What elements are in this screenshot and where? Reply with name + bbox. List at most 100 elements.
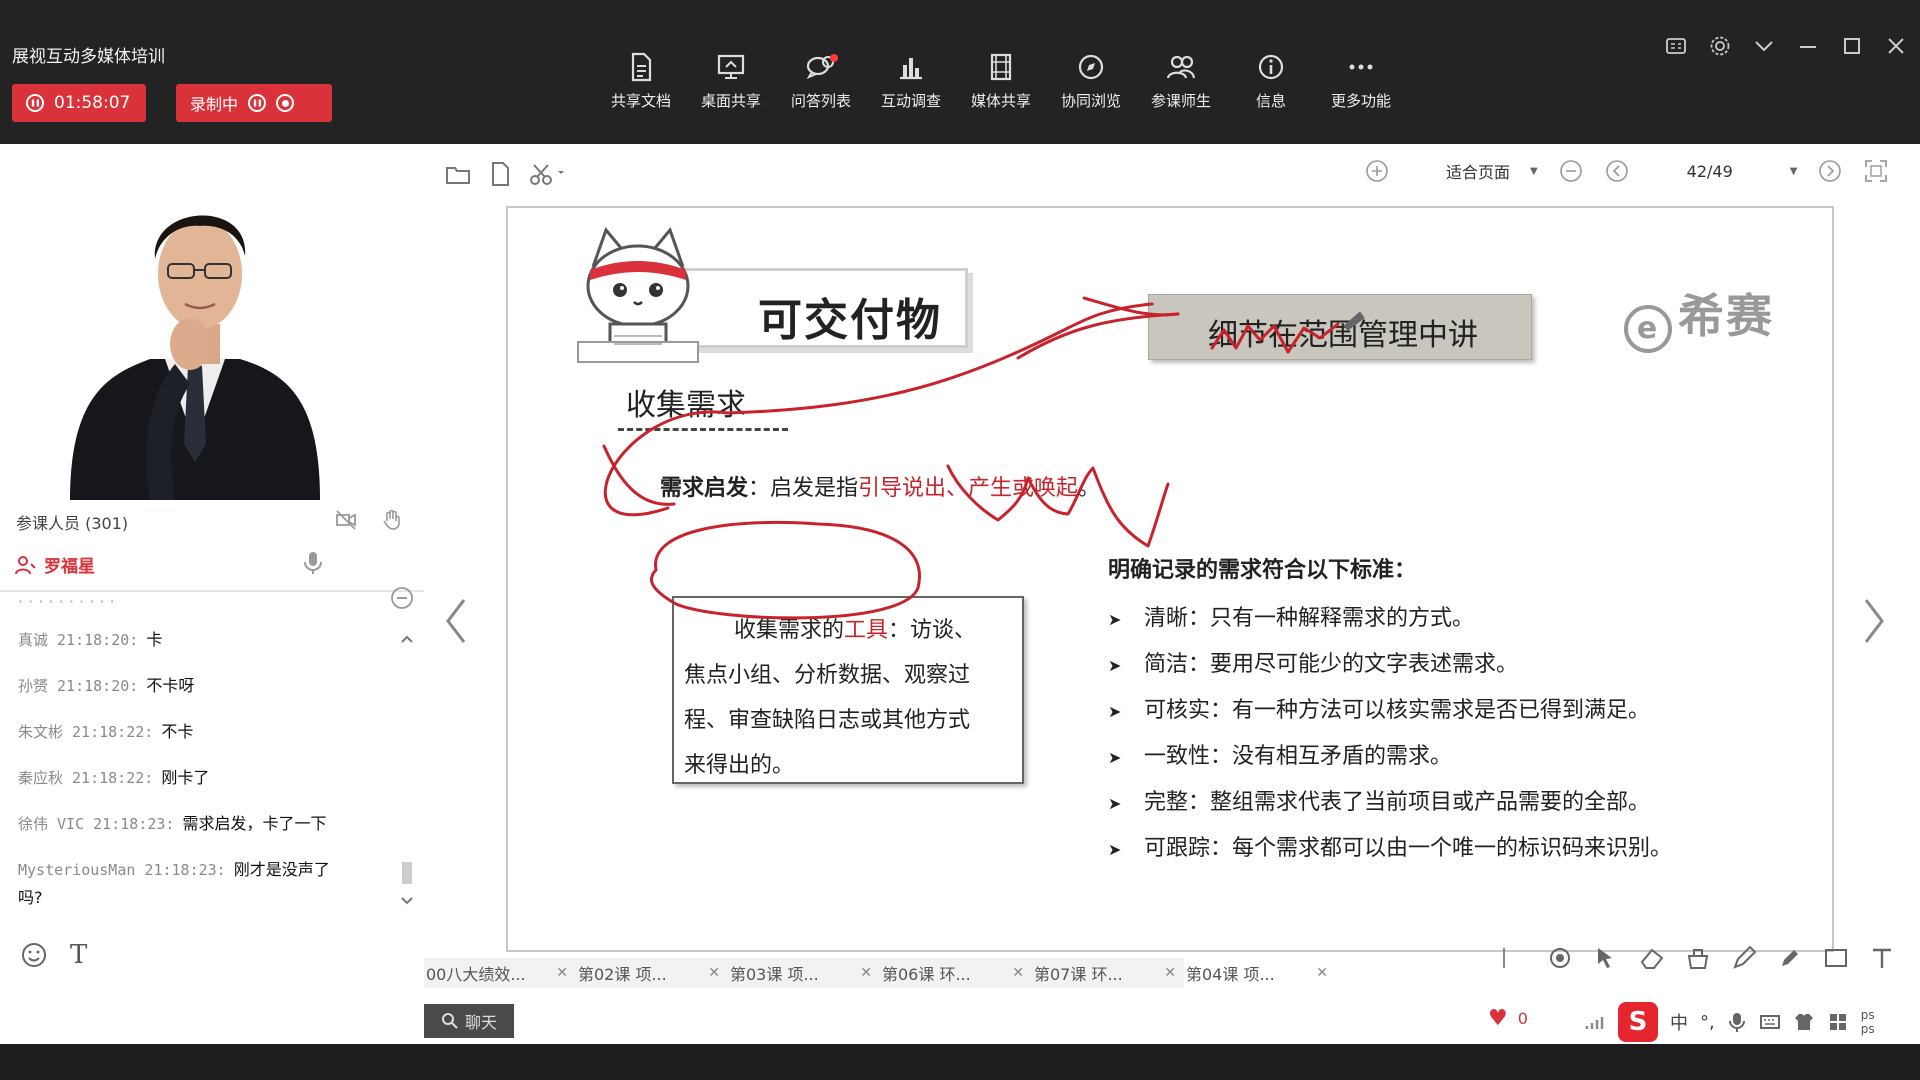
zoom-in-icon[interactable] — [1364, 158, 1390, 184]
toolbar-qa-list[interactable]: 问答列表 — [776, 50, 866, 111]
toolbar-survey[interactable]: 互动调查 — [866, 50, 956, 111]
pen-icon[interactable] — [1730, 944, 1758, 972]
close-tab-icon[interactable]: ✕ — [708, 965, 720, 981]
toolbar-media-share[interactable]: 媒体共享 — [956, 50, 1046, 111]
next-page-icon[interactable] — [1817, 158, 1843, 184]
text-tool-icon[interactable] — [1868, 944, 1896, 972]
toolbar-info[interactable]: 信息 — [1226, 50, 1316, 111]
film-icon — [990, 53, 1012, 81]
recording-button[interactable]: 录制中 — [176, 84, 332, 122]
doc-tab[interactable]: 第06课 环... ✕ — [880, 958, 1032, 988]
compass-icon — [1078, 54, 1104, 80]
close-tab-icon[interactable]: ✕ — [860, 965, 872, 981]
laser-pointer-icon[interactable] — [1546, 944, 1574, 972]
close-tab-icon[interactable]: ✕ — [1164, 965, 1176, 981]
document-toolbar: 适合页面 ▼ 42/49 ▼ — [424, 144, 1920, 204]
minimize-icon[interactable] — [1796, 34, 1820, 58]
text-format-icon[interactable]: T — [70, 940, 87, 970]
toolbar-cobrowse[interactable]: 协同浏览 — [1046, 50, 1136, 111]
select-arrow-icon[interactable] — [1592, 944, 1620, 972]
close-tab-icon[interactable]: ✕ — [1316, 965, 1328, 981]
doc-tab[interactable]: 第07课 环... ✕ — [1032, 958, 1184, 988]
chat-message: 真诚 21:18:20: 卡 — [18, 630, 163, 649]
camera-off-icon[interactable] — [334, 508, 358, 532]
document-area: 适合页面 ▼ 42/49 ▼ 可交付物 e 希赛 细节在范围管理中讲 收集需求 … — [424, 144, 1920, 1044]
chat-panel: · · · · · · · · · · 真诚 21:18:20: 卡 孙赟 21:… — [0, 587, 424, 1044]
fit-page-select[interactable]: 适合页面 — [1410, 159, 1510, 183]
arrow-bullet-icon: ➤ — [1108, 656, 1122, 675]
timer-button[interactable]: 01:58:07 — [12, 84, 146, 122]
network-speed: ps ps — [1860, 1008, 1875, 1036]
doc-tab[interactable]: 00八大绩效... ✕ — [424, 958, 576, 988]
highlighter-icon[interactable] — [1776, 944, 1804, 972]
chat-scrollbar[interactable] — [400, 632, 414, 912]
fit-dropdown-icon[interactable]: ▼ — [1530, 166, 1538, 177]
arrow-bullet-icon: ➤ — [1108, 748, 1122, 767]
punctuation-icon[interactable]: °, — [1700, 1012, 1715, 1033]
participant-actions — [334, 508, 404, 532]
document-view-controls: 适合页面 ▼ 42/49 ▼ — [1364, 158, 1889, 184]
eraser-icon[interactable] — [1638, 944, 1666, 972]
stop-recording-icon[interactable] — [276, 94, 295, 112]
search-icon — [441, 1013, 458, 1029]
previous-slide-icon[interactable] — [442, 596, 472, 646]
maximize-icon[interactable] — [1840, 34, 1864, 58]
toolbar-desktop-share[interactable]: 桌面共享 — [686, 50, 776, 111]
toolbar-more[interactable]: 更多功能 — [1316, 50, 1406, 111]
chat-toggle-button[interactable]: 聊天 — [424, 1004, 514, 1038]
skin-icon[interactable] — [1793, 1011, 1815, 1033]
teacher-video — [0, 144, 424, 500]
collapse-chat-icon[interactable] — [390, 586, 414, 610]
chat-message: 孙赟 21:18:20: 不卡呀 — [18, 676, 195, 695]
desktop-share-icon — [717, 54, 745, 79]
survey-chart-icon — [900, 58, 922, 80]
fullscreen-icon[interactable] — [1863, 158, 1889, 184]
new-file-icon[interactable] — [486, 160, 514, 188]
next-slide-icon[interactable] — [1858, 596, 1888, 646]
close-tab-icon[interactable]: ✕ — [1012, 965, 1024, 981]
subheading-underline — [618, 428, 788, 431]
chevron-down-icon[interactable] — [1752, 34, 1776, 58]
voice-input-icon[interactable] — [1727, 1011, 1747, 1033]
toolbox-icon[interactable] — [1827, 1011, 1849, 1033]
close-icon[interactable] — [1884, 34, 1908, 58]
more-icon — [1349, 64, 1373, 70]
folder-icon[interactable] — [444, 160, 472, 188]
ime-language[interactable]: 中 — [1670, 1009, 1688, 1035]
top-bar: 展视互动多媒体培训 01:58:07 录制中 共享文档 桌面共享 问答列表 互动… — [0, 0, 1920, 144]
brand-logo: e 希赛 — [1624, 280, 1774, 353]
page-dropdown-icon[interactable]: ▼ — [1790, 166, 1798, 177]
microphone-icon[interactable] — [302, 550, 324, 576]
emoji-icon[interactable] — [20, 941, 48, 969]
pause-icon — [26, 94, 44, 112]
scissors-icon[interactable] — [528, 160, 568, 188]
zoom-out-icon[interactable] — [1558, 158, 1584, 184]
settings-gear-icon[interactable] — [1708, 34, 1732, 58]
layout-icon[interactable] — [1664, 34, 1688, 58]
doc-tab[interactable]: 第02课 项... ✕ — [576, 958, 728, 988]
likes-counter[interactable]: ♥ 0 — [1488, 1006, 1528, 1031]
toolbar-shared-document[interactable]: 共享文档 — [596, 50, 686, 111]
document-icon — [631, 52, 652, 82]
doc-tab-active[interactable]: 第04课 项... ✕ — [1184, 958, 1336, 988]
brand-e-icon: e — [1624, 305, 1672, 353]
sogou-ime-icon[interactable]: S — [1618, 1002, 1658, 1042]
signal-icon — [1585, 1017, 1604, 1029]
bottom-bar — [0, 1044, 1920, 1080]
raise-hand-icon[interactable] — [380, 508, 404, 532]
doc-tab[interactable]: 第03课 项... ✕ — [728, 958, 880, 988]
prev-page-icon[interactable] — [1604, 158, 1630, 184]
arrow-bullet-icon: ➤ — [1108, 702, 1122, 721]
document-file-tools — [444, 160, 568, 188]
annotation-toolbar — [1500, 944, 1896, 972]
left-panel: 参课人员 (301) 罗福星 · · · · · · · · · · 真诚 21… — [0, 144, 424, 1044]
page-indicator[interactable]: 42/49 — [1650, 162, 1770, 181]
rectangle-icon[interactable] — [1822, 944, 1850, 972]
criteria-list: ➤ 清晰：只有一种解释需求的方式。 ➤ 简洁：要用尽可能少的文字表述需求。 ➤ 可核实… — [1108, 596, 1672, 872]
toolbar-participants[interactable]: 参课师生 — [1136, 50, 1226, 111]
close-tab-icon[interactable]: ✕ — [556, 965, 568, 981]
chat-message: 徐伟 VIC 21:18:23: 需求启发，卡了一下 — [18, 814, 327, 833]
keyboard-icon[interactable] — [1759, 1011, 1781, 1033]
clear-all-icon[interactable] — [1684, 944, 1712, 972]
pause-recording-icon[interactable] — [248, 94, 267, 112]
